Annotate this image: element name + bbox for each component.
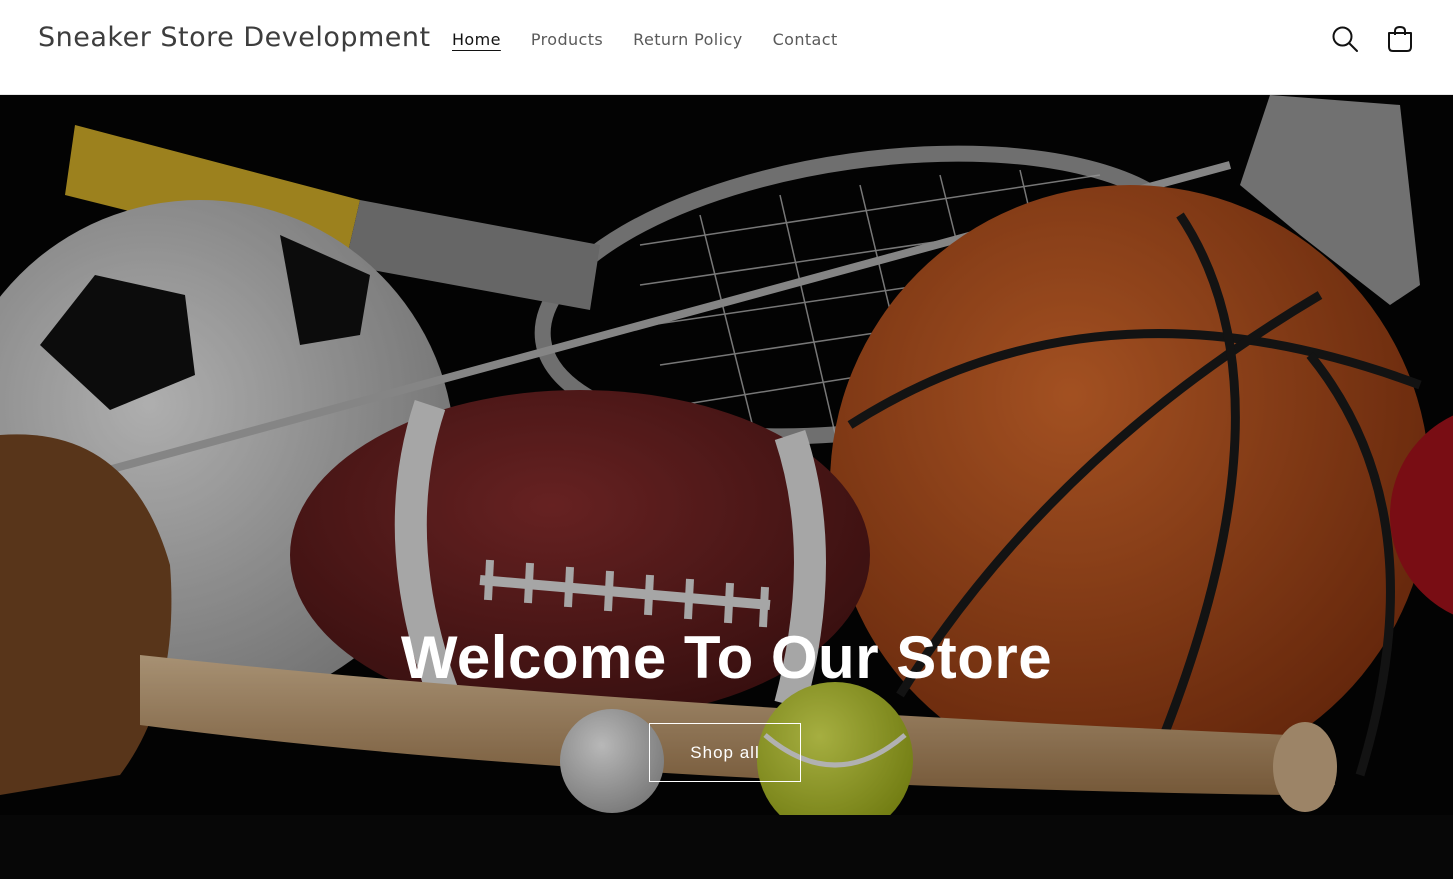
nav-item-return-policy[interactable]: Return Policy [633, 30, 742, 49]
search-icon [1332, 26, 1358, 52]
nav-item-home[interactable]: Home [452, 30, 501, 49]
site-header: Sneaker Store Development Home Products … [0, 0, 1453, 95]
cart-button[interactable] [1383, 22, 1417, 56]
cart-icon [1388, 25, 1412, 52]
hero-title: Welcome To Our Store [400, 624, 1053, 691]
hero-banner: Welcome To Our Store Shop all [0, 95, 1453, 879]
shop-all-button[interactable]: Shop all [649, 723, 801, 782]
nav-item-contact[interactable]: Contact [773, 30, 838, 49]
store-title-link[interactable]: Sneaker Store Development [38, 22, 431, 53]
nav-item-products[interactable]: Products [531, 30, 603, 49]
main-nav: Home Products Return Policy Contact [452, 30, 838, 49]
search-button[interactable] [1328, 22, 1362, 56]
